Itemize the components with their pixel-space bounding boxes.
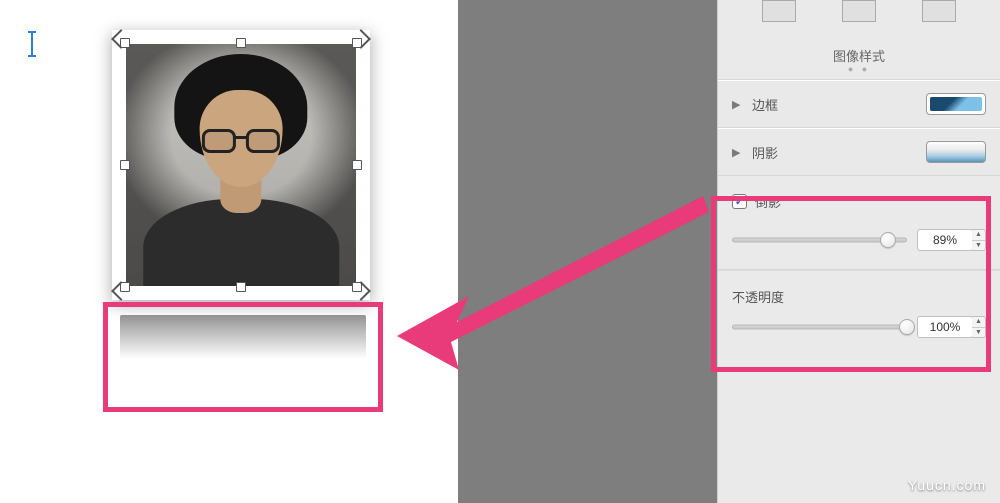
shadow-style-swatch[interactable] bbox=[926, 141, 986, 163]
resize-handle[interactable] bbox=[352, 160, 362, 170]
styles-header: 图像样式 ● ● bbox=[718, 0, 1000, 80]
section-opacity: 不透明度 100% ▲▼ bbox=[718, 270, 1000, 356]
selected-image[interactable] bbox=[112, 30, 370, 300]
disclosure-triangle-icon[interactable]: ▶ bbox=[732, 146, 744, 159]
opacity-stepper[interactable]: ▲▼ bbox=[972, 316, 986, 338]
page-dots[interactable]: ● ● bbox=[718, 64, 1000, 74]
portrait-photo bbox=[126, 44, 356, 286]
section-shadow[interactable]: ▶ 阴影 bbox=[718, 128, 1000, 176]
disclosure-triangle-icon[interactable]: ▶ bbox=[732, 98, 744, 111]
watermark: Yuucn.com bbox=[908, 477, 986, 493]
reflection-slider[interactable] bbox=[732, 231, 907, 249]
slider-thumb[interactable] bbox=[880, 232, 896, 248]
section-reflection: ✓ 倒影 89% ▲▼ bbox=[718, 176, 1000, 270]
text-cursor bbox=[31, 33, 33, 55]
resize-handle[interactable] bbox=[236, 38, 246, 48]
resize-handle[interactable] bbox=[236, 282, 246, 292]
document-canvas[interactable] bbox=[0, 0, 458, 503]
section-label: 倒影 bbox=[755, 192, 986, 211]
reflection-checkbox[interactable]: ✓ bbox=[732, 194, 747, 209]
inspector-panel: 图像样式 ● ● ▶ 边框 ▶ 阴影 ✓ 倒影 89% ▲▼ 不 bbox=[717, 0, 1000, 503]
style-thumbnail[interactable] bbox=[762, 0, 796, 22]
border-style-swatch[interactable] bbox=[926, 93, 986, 115]
opacity-value[interactable]: 100% bbox=[917, 316, 973, 338]
style-thumbnail[interactable] bbox=[922, 0, 956, 22]
style-thumbnail[interactable] bbox=[842, 0, 876, 22]
section-border[interactable]: ▶ 边框 bbox=[718, 80, 1000, 128]
slider-thumb[interactable] bbox=[899, 319, 915, 335]
opacity-slider[interactable] bbox=[732, 318, 907, 336]
styles-title: 图像样式 bbox=[718, 46, 1000, 65]
section-label: 阴影 bbox=[752, 143, 918, 162]
section-label: 不透明度 bbox=[732, 287, 986, 306]
section-label: 边框 bbox=[752, 95, 918, 114]
resize-handle[interactable] bbox=[120, 160, 130, 170]
reflection-value[interactable]: 89% bbox=[917, 229, 973, 251]
reflection-stepper[interactable]: ▲▼ bbox=[972, 229, 986, 251]
image-reflection bbox=[120, 315, 366, 359]
annotation-highlight-reflection-output bbox=[103, 302, 383, 412]
